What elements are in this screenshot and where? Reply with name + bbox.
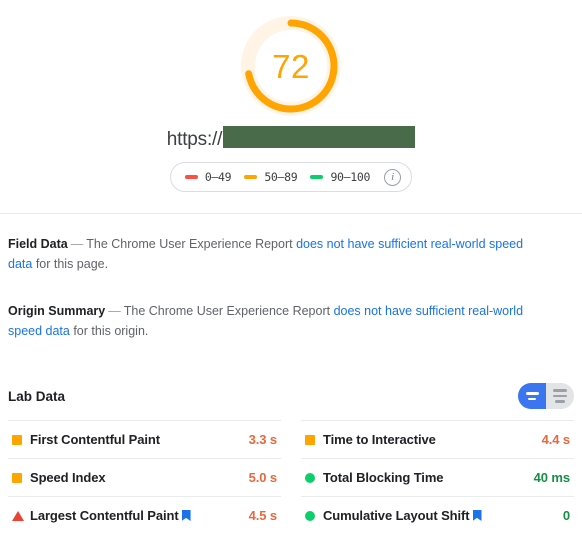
metric-label: First Contentful Paint [30, 432, 160, 447]
info-icon[interactable]: i [384, 168, 402, 186]
performance-score: 72 [272, 47, 310, 85]
metric-status-icon [12, 472, 30, 483]
metric-label: Total Blocking Time [323, 470, 444, 485]
legend-swatch-good [310, 175, 324, 179]
lab-data-title: Lab Data [8, 388, 66, 404]
status-circle-icon [305, 472, 315, 483]
metrics-column-right: Time to Interactive 4.4 s Total Blocking T… [301, 420, 574, 534]
field-data-dash: — [70, 237, 84, 251]
field-data-title: Field Data [8, 237, 68, 251]
metric-label-text: Largest Contentful Paint [30, 508, 179, 523]
metric-value: 4.4 s [541, 432, 571, 447]
field-data-text-after: for this page. [32, 257, 109, 271]
metric-first-contentful-paint[interactable]: First Contentful Paint 3.3 s [8, 420, 281, 458]
legend-label-average: 50–89 [264, 170, 298, 184]
metric-label-text: Time to Interactive [323, 432, 436, 447]
metric-value: 40 ms [533, 470, 570, 485]
legend-swatch-average [244, 175, 258, 179]
origin-summary-text-before: The Chrome User Experience Report [123, 304, 334, 318]
status-circle-icon [305, 510, 315, 521]
lab-metrics: First Contentful Paint 3.3 s Speed Index 5.… [0, 420, 582, 534]
metric-label-text: Cumulative Layout Shift [323, 508, 470, 523]
metric-label-text: First Contentful Paint [30, 432, 160, 447]
core-web-vital-flag-icon [181, 510, 191, 521]
legend-label-good: 90–100 [330, 170, 371, 184]
metric-label: Largest Contentful Paint [30, 508, 191, 523]
view-condensed-button[interactable] [518, 383, 546, 409]
metric-value: 5.0 s [248, 470, 278, 485]
metric-status-icon [305, 472, 323, 483]
origin-summary-dash: — [108, 304, 121, 318]
field-data-section: Field Data — The Chrome User Experience Re… [8, 234, 528, 274]
origin-summary-section: Origin Summary — The Chrome User Experienc… [8, 301, 528, 341]
metric-total-blocking-time[interactable]: Total Blocking Time 40 ms [301, 458, 574, 496]
legend-item-average: 50–89 [244, 170, 298, 184]
metric-label: Speed Index [30, 470, 106, 485]
view-toggle[interactable] [518, 383, 574, 409]
legend-item-good: 90–100 [310, 170, 370, 184]
status-square-icon [305, 434, 315, 445]
metric-label-text: Total Blocking Time [323, 470, 444, 485]
page-url-row: https:// [0, 126, 582, 151]
metric-status-icon [12, 434, 30, 445]
metric-speed-index[interactable]: Speed Index 5.0 s [8, 458, 281, 496]
field-data-text-before: The Chrome User Experience Report [86, 237, 297, 251]
status-square-icon [12, 434, 22, 445]
status-square-icon [12, 472, 22, 483]
metric-cumulative-layout-shift[interactable]: Cumulative Layout Shift 0 [301, 496, 574, 534]
legend-item-poor: 0–49 [184, 170, 232, 184]
metric-value: 4.5 s [248, 508, 278, 523]
metric-label-text: Speed Index [30, 470, 106, 485]
metric-status-icon [12, 510, 30, 521]
metric-largest-contentful-paint[interactable]: Largest Contentful Paint 4.5 s [8, 496, 281, 534]
lab-data-header: Lab Data [8, 383, 574, 409]
origin-summary-title: Origin Summary [8, 304, 106, 318]
metric-label: Cumulative Layout Shift [323, 508, 482, 523]
url-redaction-block [223, 126, 416, 148]
warning-triangle-icon [12, 510, 24, 521]
core-web-vital-flag-icon [472, 510, 482, 521]
view-expanded-button[interactable] [546, 383, 574, 409]
lighthouse-report-panel: 72 https:// 0–49 50–89 90–100 i Field Da… [0, 0, 582, 544]
origin-summary-text-after: for this origin. [69, 324, 149, 338]
url-scheme: https:// [166, 129, 223, 150]
performance-gauge-container: 72 [0, 14, 582, 118]
score-legend-row: 0–49 50–89 90–100 i [0, 162, 582, 192]
metric-value: 0 [562, 508, 570, 523]
legend-swatch-poor [184, 175, 198, 179]
section-divider [0, 213, 582, 214]
metric-status-icon [305, 434, 323, 445]
performance-gauge: 72 [239, 14, 343, 118]
score-legend: 0–49 50–89 90–100 i [169, 162, 413, 192]
page-url: https:// [166, 126, 416, 151]
metric-value: 3.3 s [248, 432, 278, 447]
metric-status-icon [305, 510, 323, 521]
metric-label: Time to Interactive [323, 432, 436, 447]
metric-time-to-interactive[interactable]: Time to Interactive 4.4 s [301, 420, 574, 458]
legend-label-poor: 0–49 [204, 170, 232, 184]
metrics-column-left: First Contentful Paint 3.3 s Speed Index 5.… [8, 420, 281, 534]
